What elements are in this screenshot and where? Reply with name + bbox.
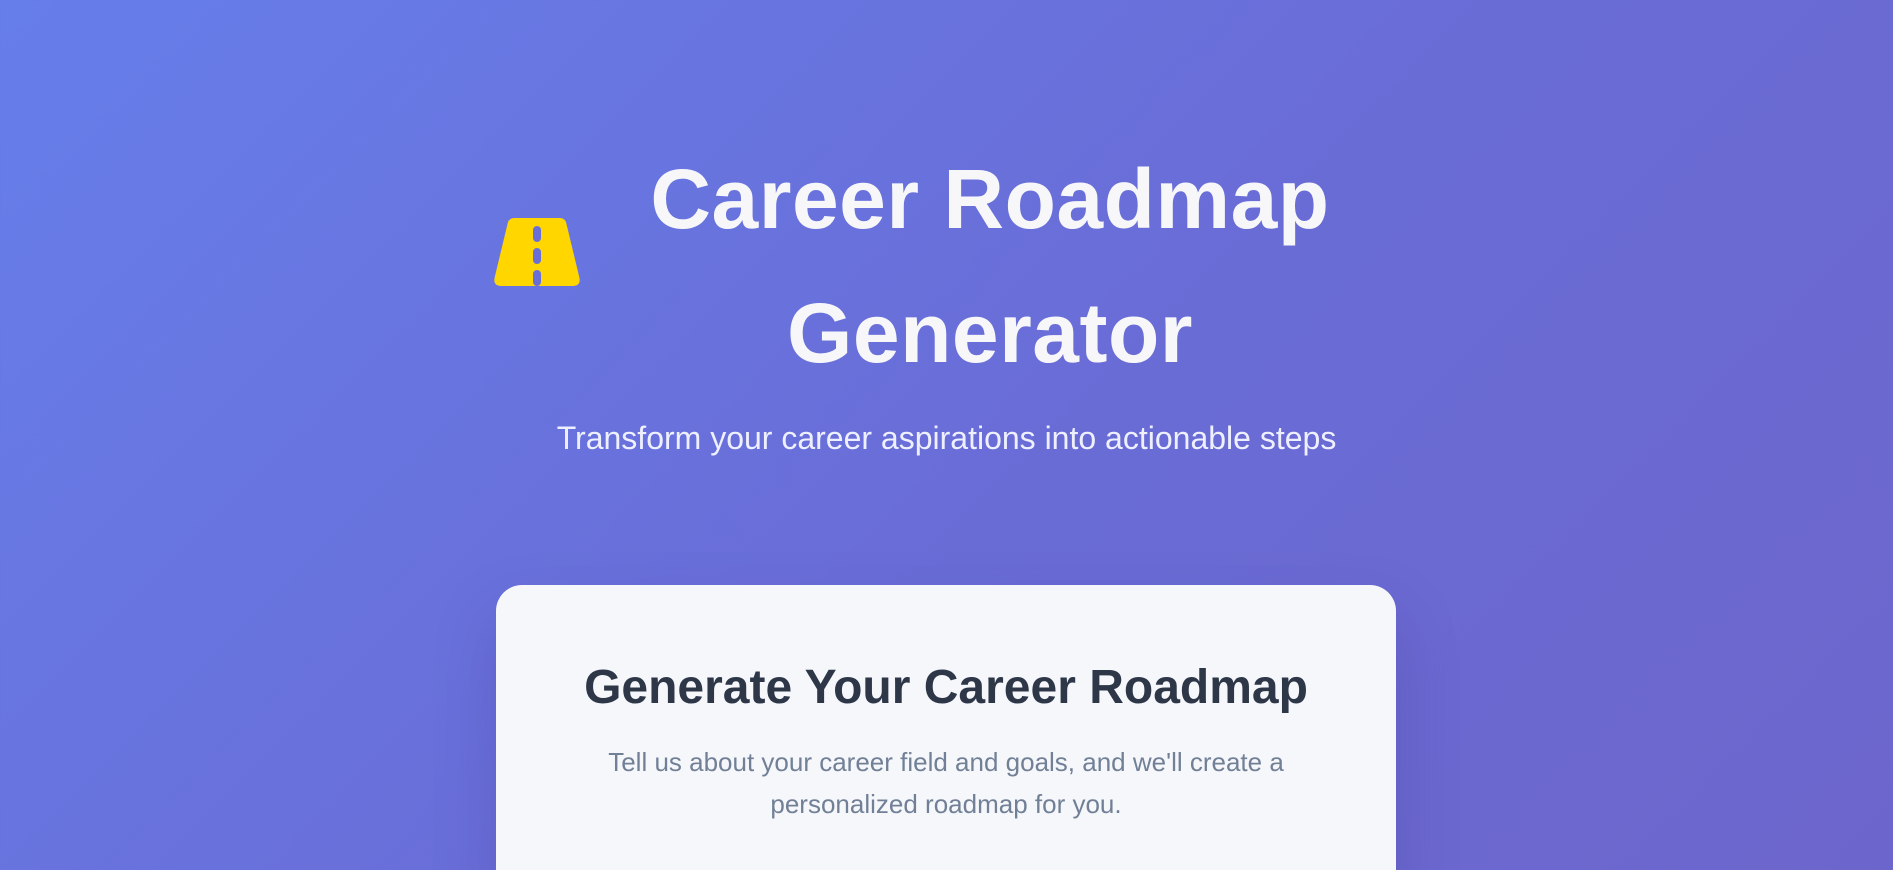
- title-row: Career Roadmap Generator: [492, 132, 1412, 380]
- card-title: Generate Your Career Roadmap: [584, 661, 1308, 714]
- road-icon: [494, 218, 580, 286]
- page-title: Career Roadmap Generator: [650, 152, 1330, 380]
- roadmap-form-card: Generate Your Career Roadmap Tell us abo…: [496, 585, 1396, 870]
- card-description: Tell us about your career field and goal…: [608, 747, 1284, 819]
- page-subtitle: Transform your career aspirations into a…: [556, 420, 1337, 456]
